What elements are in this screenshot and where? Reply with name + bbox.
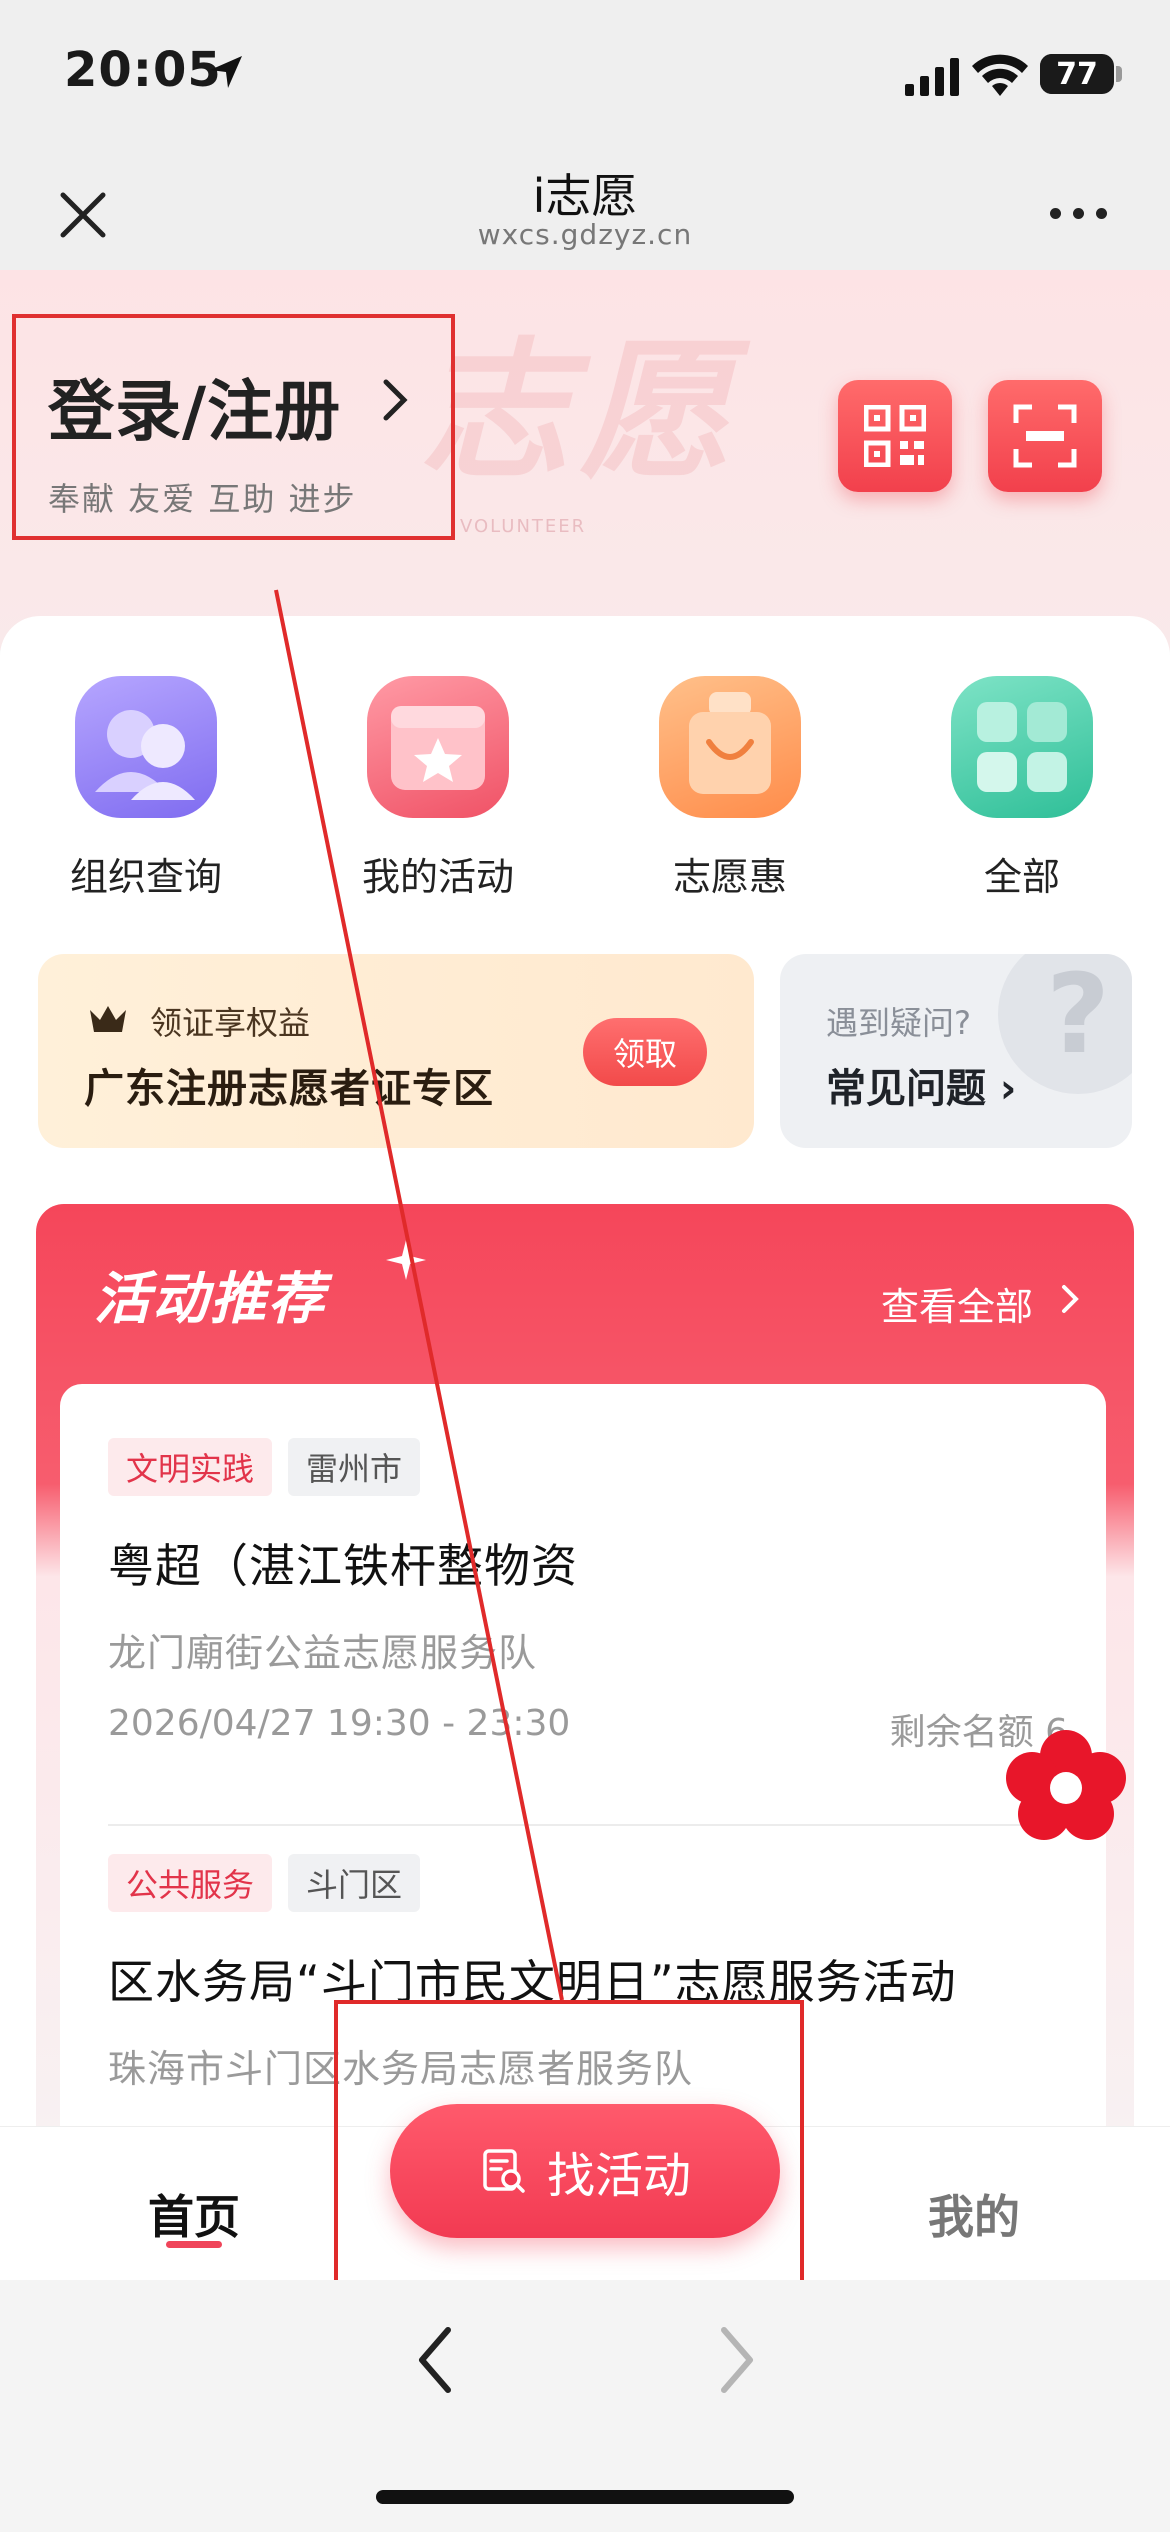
battery-percent: 77 <box>1056 56 1098 92</box>
annotation-box-find <box>334 2000 804 2286</box>
org-query-icon <box>75 676 217 818</box>
cellular-signal-icon <box>905 58 959 96</box>
cert-title: 广东注册志愿者证专区 <box>84 1066 494 1112</box>
crown-icon <box>90 1006 126 1032</box>
quick-link-label: 我的活动 <box>361 855 514 899</box>
more-options-button[interactable] <box>1050 198 1130 228</box>
quick-link-label: 组织查询 <box>69 855 222 899</box>
qr-code-icon <box>864 405 926 467</box>
home-indicator <box>376 2490 794 2504</box>
hero-banner: 志愿 VOLUNTEER 登录/注册 奉献 友爱 互助 进步 <box>0 270 1170 650</box>
chevron-right-icon[interactable] <box>1060 1284 1080 1314</box>
more-dot-icon <box>1073 207 1084 219</box>
wifi-icon <box>972 54 1028 96</box>
quick-link-org-query[interactable]: 组织查询 <box>46 676 246 901</box>
qr-code-button[interactable] <box>838 380 952 492</box>
tab-active-indicator <box>166 2241 222 2248</box>
battery-icon: 77 <box>1040 54 1114 94</box>
battery-cap <box>1116 66 1122 82</box>
hero-watermark: 志愿 <box>420 323 741 499</box>
sparkle-icon <box>386 1240 426 1280</box>
floating-flower-icon[interactable] <box>994 1722 1138 1842</box>
status-bar: 20:05 77 <box>0 0 1170 150</box>
view-all-link[interactable]: 查看全部 <box>881 1276 1033 1331</box>
status-time: 20:05 <box>64 42 222 98</box>
question-mark-icon: ? <box>998 954 1132 1094</box>
divider <box>108 1824 1058 1826</box>
back-arrow-icon[interactable] <box>410 2320 460 2400</box>
all-grid-icon <box>951 676 1093 818</box>
tab-mine[interactable]: 我的 <box>928 2181 1020 2247</box>
quick-link-volunteer-deals[interactable]: 志愿惠 <box>630 676 830 901</box>
quick-link-label: 全部 <box>983 855 1060 899</box>
activity-tags: 公共服务 斗门区 <box>108 1854 1068 1912</box>
activity-title: 粤超（湛江铁杆整物资 <box>108 1539 578 1593</box>
activity-tags: 文明实践 雷州市 <box>108 1438 1068 1496</box>
claim-button[interactable]: 领取 <box>583 1018 707 1086</box>
activity-card[interactable]: 文明实践 雷州市 粤超（湛江铁杆整物资 龙门廟街公益志愿服务队 2026/04/2… <box>108 1438 1068 1755</box>
category-tag: 文明实践 <box>108 1438 273 1496</box>
scan-button[interactable] <box>988 380 1102 492</box>
tab-home[interactable]: 首页 <box>148 2181 240 2247</box>
quick-link-my-activity[interactable]: 我的活动 <box>338 676 538 901</box>
chevron-right-icon[interactable] <box>380 378 410 422</box>
activity-time: 2026/04/27 19:30 - 23:30 <box>108 1703 571 1744</box>
faq-title: 常见问题 › <box>826 1066 1017 1112</box>
forward-arrow-icon[interactable] <box>712 2320 762 2400</box>
category-tag: 公共服务 <box>108 1854 273 1912</box>
hero-watermark-sub: VOLUNTEER <box>460 516 587 537</box>
faq-subtitle: 遇到疑问? <box>826 1004 971 1042</box>
activity-org: 龙门廟街公益志愿服务队 <box>108 1631 538 1675</box>
my-activity-icon <box>367 676 509 818</box>
shopping-bag-icon <box>659 676 801 818</box>
activity-recommend-section: 活动推荐 查看全部 文明实践 雷州市 粤超（湛江铁杆整物资 龙门廟街公益志愿服务队… <box>36 1204 1134 2136</box>
hero-slogan: 奉献 友爱 互助 进步 <box>48 480 357 518</box>
faq-banner[interactable]: ? 遇到疑问? 常见问题 › <box>780 954 1132 1148</box>
more-dot-icon <box>1096 207 1107 219</box>
cert-subtitle: 领证享权益 <box>150 1004 311 1042</box>
recommend-title: 活动推荐 <box>94 1267 326 1332</box>
activity-meta: 2026/04/27 19:30 - 23:30 剩余名额 6 <box>108 1703 1068 1755</box>
page-title: i志愿 <box>532 169 638 223</box>
volunteer-cert-banner[interactable]: 领证享权益 广东注册志愿者证专区 领取 <box>38 954 754 1148</box>
quick-link-all[interactable]: 全部 <box>922 676 1122 901</box>
region-tag: 斗门区 <box>288 1854 421 1912</box>
scan-icon <box>1013 404 1077 468</box>
more-dot-icon <box>1050 207 1061 219</box>
region-tag: 雷州市 <box>288 1438 421 1496</box>
quick-link-label: 志愿惠 <box>672 855 787 899</box>
login-register-link[interactable]: 登录/注册 <box>48 358 341 454</box>
page-url: wxcs.gdzyz.cn <box>477 218 693 251</box>
location-arrow-icon <box>210 56 242 88</box>
browser-nav-bar: i志愿 wxcs.gdzyz.cn <box>0 150 1170 270</box>
